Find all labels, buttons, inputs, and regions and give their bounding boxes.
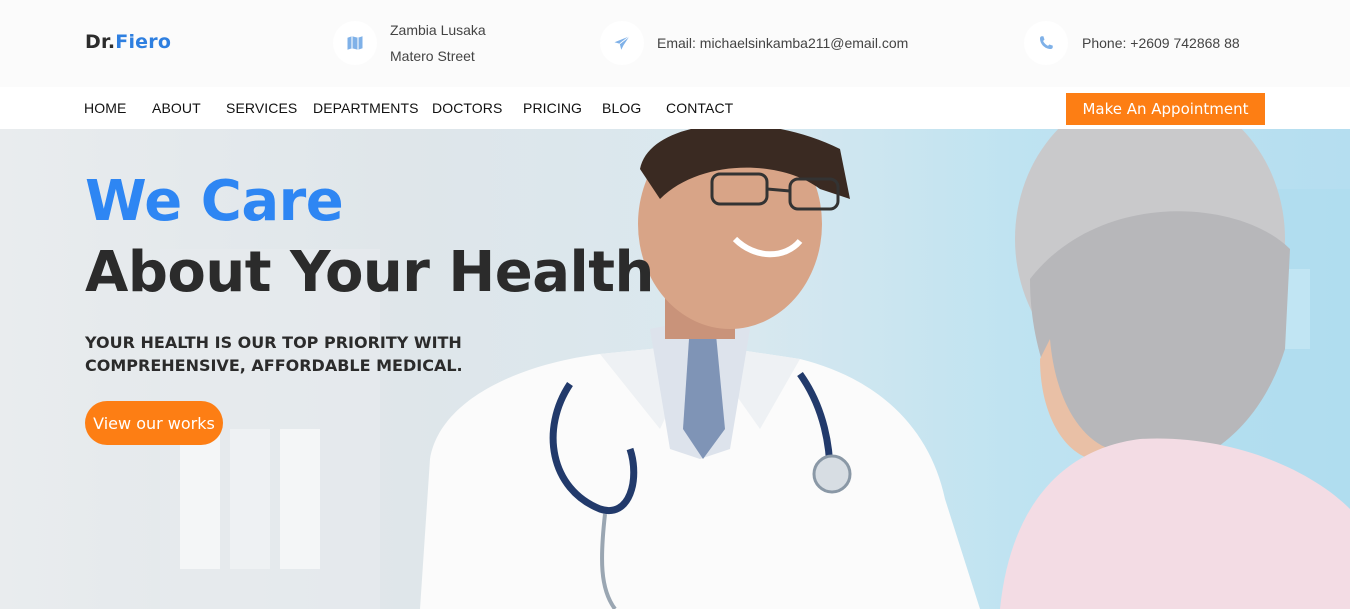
- main-navigation: HOME ABOUT SERVICES DEPARTMENTS DOCTORS …: [0, 87, 1350, 129]
- hero-subtitle: YOUR HEALTH IS OUR TOP PRIORITY WITH COM…: [85, 333, 463, 375]
- phone-text[interactable]: Phone: +2609 742868 88: [1082, 30, 1240, 56]
- nav-item-home[interactable]: HOME: [84, 100, 126, 116]
- map-icon: [333, 21, 377, 65]
- address-block: Zambia Lusaka Matero Street: [390, 17, 486, 69]
- paper-plane-icon: [600, 21, 644, 65]
- nav-item-blog[interactable]: BLOG: [602, 100, 641, 116]
- nav-item-services[interactable]: SERVICES: [226, 100, 297, 116]
- nav-item-departments[interactable]: DEPARTMENTS: [313, 100, 419, 116]
- nav-item-contact[interactable]: CONTACT: [666, 100, 733, 116]
- logo-prefix: Dr.: [85, 31, 116, 53]
- top-info-bar: Dr.Fiero Zambia Lusaka Matero Street Ema…: [0, 0, 1350, 87]
- hero-title-line-1: We Care: [85, 169, 344, 234]
- phone-icon: [1024, 21, 1068, 65]
- hero-title-line-2: About Your Health: [85, 240, 654, 305]
- nav-item-about[interactable]: ABOUT: [152, 100, 201, 116]
- make-appointment-button[interactable]: Make An Appointment: [1066, 93, 1265, 125]
- site-logo[interactable]: Dr.Fiero: [85, 31, 171, 53]
- hero-banner: We Care About Your Health YOUR HEALTH IS…: [0, 129, 1350, 609]
- nav-item-doctors[interactable]: DOCTORS: [432, 100, 502, 116]
- address-line-2: Matero Street: [390, 48, 475, 64]
- logo-name: Fiero: [115, 31, 172, 53]
- email-text[interactable]: Email: michaelsinkamba211@email.com: [657, 30, 908, 56]
- nav-item-pricing[interactable]: PRICING: [523, 100, 582, 116]
- address-line-1: Zambia Lusaka: [390, 22, 486, 38]
- view-our-works-button[interactable]: View our works: [85, 401, 223, 445]
